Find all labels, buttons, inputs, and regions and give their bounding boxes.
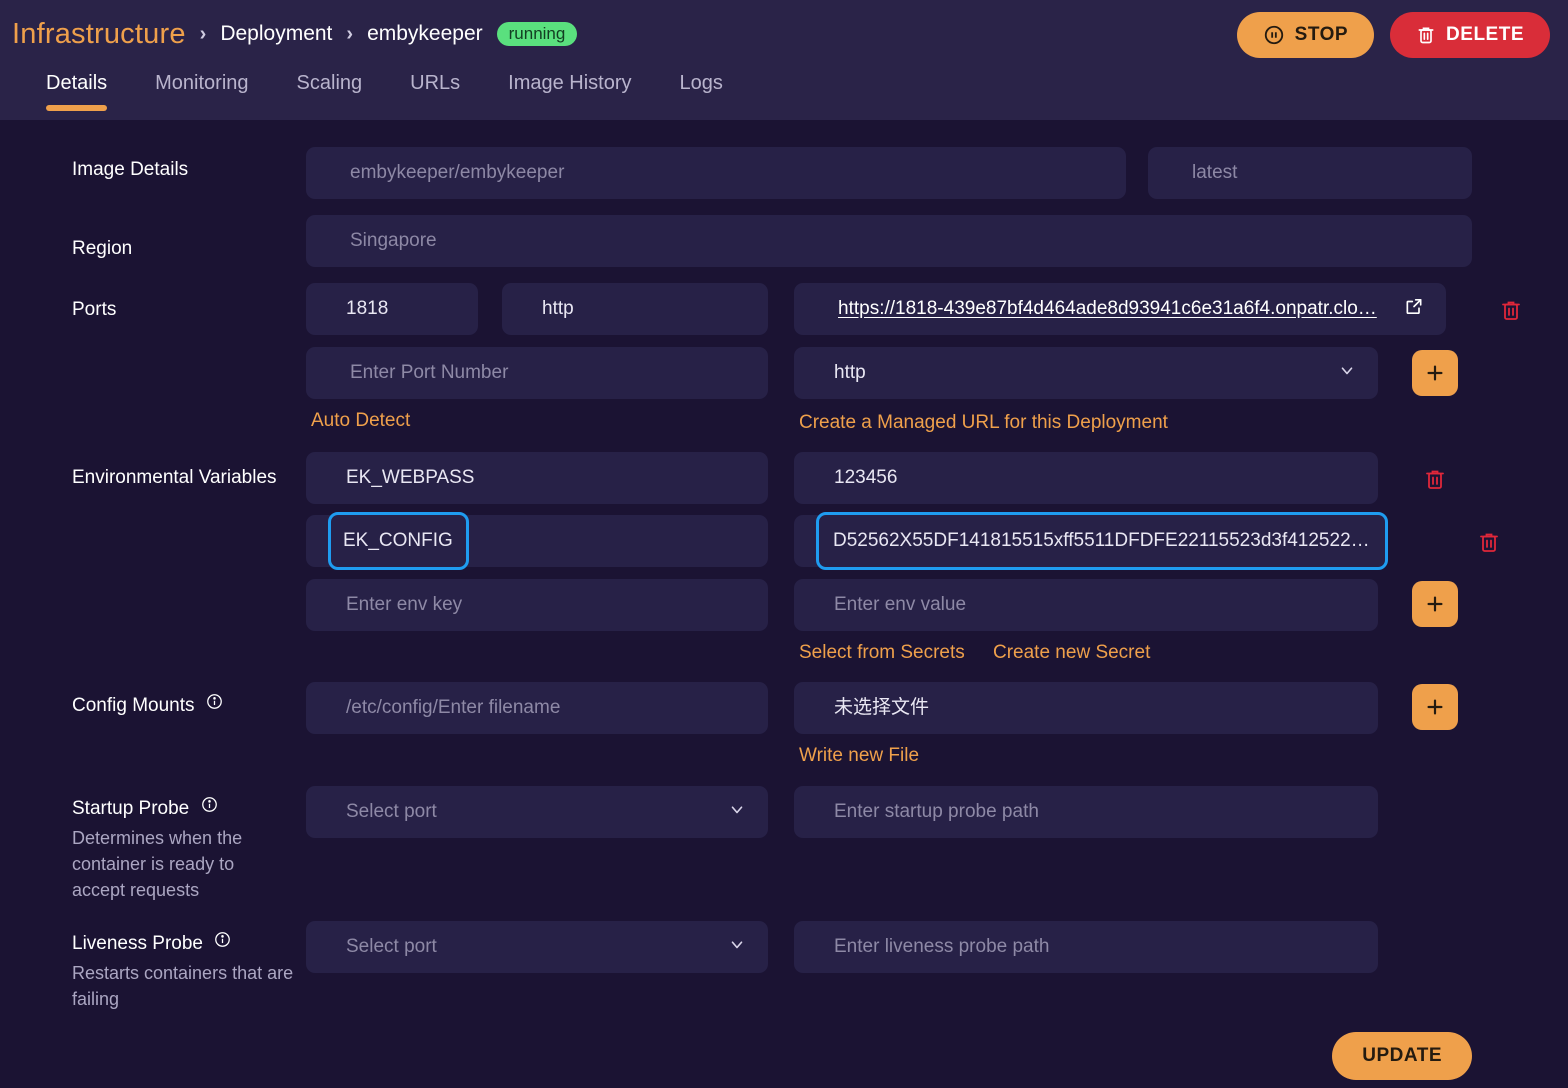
auto-detect-link[interactable]: Auto Detect: [311, 410, 410, 432]
tab-urls[interactable]: URLs: [386, 68, 484, 95]
breadcrumb-separator-2: ›: [346, 22, 354, 45]
startup-probe-port-wrap: Select port: [306, 786, 768, 838]
liveness-probe-label-text: Liveness Probe: [72, 933, 203, 954]
port-number-field[interactable]: 1818: [306, 283, 478, 335]
header-actions: STOP DELETE: [1236, 12, 1550, 58]
startup-probe-port-select[interactable]: Select port: [306, 786, 768, 838]
select-from-secrets-link[interactable]: Select from Secrets: [799, 642, 965, 664]
breadcrumb-deployment-name: embykeeper: [367, 22, 483, 45]
new-env-key-field-wrap: Enter env key: [306, 579, 768, 631]
env-key-field-1[interactable]: EK_CONFIG: [328, 512, 469, 570]
region-field-wrap: Singapore: [306, 215, 1472, 267]
config-mount-path-wrap: /etc/config/Enter filename: [306, 682, 768, 734]
port-url-field: https://1818-439e87bf4d464ade8d93941c6e3…: [794, 283, 1446, 335]
region-field[interactable]: Singapore: [306, 215, 1472, 267]
external-link-icon[interactable]: [1404, 297, 1424, 322]
breadcrumb-section[interactable]: Deployment: [220, 22, 332, 46]
config-mount-file-field[interactable]: 未选择文件: [794, 682, 1378, 734]
startup-probe-description: Determines when the container is ready t…: [72, 827, 243, 900]
new-env-value-input[interactable]: Enter env value: [794, 579, 1378, 631]
label-startup-probe: Startup Probe Determines when the contai…: [72, 796, 287, 903]
label-liveness-probe: Liveness Probe Restarts containers that …: [72, 931, 297, 1012]
tab-image-history[interactable]: Image History: [484, 68, 655, 95]
details-form: Image Details embykeeper/embykeeper late…: [0, 120, 1568, 1088]
env-key-field-0[interactable]: EK_WEBPASS: [306, 452, 768, 504]
tab-logs[interactable]: Logs: [656, 68, 747, 95]
add-env-var-button[interactable]: [1412, 581, 1458, 627]
label-ports: Ports: [72, 299, 117, 320]
info-icon-liveness-probe[interactable]: [214, 931, 231, 955]
image-tag-field-wrap: latest: [1148, 147, 1472, 199]
env-key-field-wrap-0: EK_WEBPASS: [306, 452, 768, 504]
image-tag-field[interactable]: latest: [1148, 147, 1472, 199]
create-new-secret-link[interactable]: Create new Secret: [993, 642, 1150, 664]
label-image-details: Image Details: [72, 159, 189, 180]
stop-button[interactable]: STOP: [1236, 12, 1375, 58]
liveness-probe-path-input[interactable]: Enter liveness probe path: [794, 921, 1378, 973]
create-managed-url-link[interactable]: Create a Managed URL for this Deployment: [799, 412, 1168, 434]
port-protocol-field-wrap: http: [502, 283, 768, 335]
config-mount-file-wrap: 未选择文件: [794, 682, 1378, 734]
add-config-mount-button[interactable]: [1412, 684, 1458, 730]
label-env-vars: Environmental Variables: [72, 467, 277, 488]
env-value-field-0[interactable]: 123456: [794, 452, 1378, 504]
delete-port-button[interactable]: [1494, 290, 1528, 330]
tab-details[interactable]: Details: [22, 68, 131, 111]
new-port-field-wrap: Enter Port Number: [306, 347, 768, 399]
liveness-probe-port-select[interactable]: Select port: [306, 921, 768, 973]
new-env-value-field-wrap: Enter env value: [794, 579, 1378, 631]
delete-env-var-button-0[interactable]: [1418, 459, 1452, 499]
stop-button-label: STOP: [1294, 24, 1349, 45]
liveness-probe-port-wrap: Select port: [306, 921, 768, 973]
env-key-field-wrap-1: EK_CONFIG: [306, 512, 768, 570]
liveness-probe-description: Restarts containers that are failing: [72, 962, 294, 1009]
port-protocol-field[interactable]: http: [502, 283, 768, 335]
managed-url-link[interactable]: https://1818-439e87bf4d464ade8d93941c6e3…: [838, 298, 1377, 319]
breadcrumb-separator-1: ›: [199, 22, 207, 45]
trash-icon: [1416, 24, 1436, 46]
new-port-protocol-select-wrap: http: [794, 347, 1378, 399]
pause-circle-icon: [1263, 24, 1285, 46]
liveness-probe-path-wrap: Enter liveness probe path: [794, 921, 1378, 973]
config-mounts-label-text: Config Mounts: [72, 695, 195, 716]
delete-button[interactable]: DELETE: [1390, 12, 1550, 58]
update-button[interactable]: UPDATE: [1332, 1032, 1472, 1080]
app-header: Infrastructure › Deployment › embykeeper…: [0, 0, 1568, 120]
label-region: Region: [72, 238, 133, 259]
new-env-key-input[interactable]: Enter env key: [306, 579, 768, 631]
image-name-field[interactable]: embykeeper/embykeeper: [306, 147, 1126, 199]
port-number-field-wrap: 1818: [306, 283, 478, 335]
port-url-field-wrap: https://1818-439e87bf4d464ade8d93941c6e3…: [794, 283, 1446, 335]
new-port-protocol-select[interactable]: http: [794, 347, 1378, 399]
label-config-mounts: Config Mounts: [72, 693, 223, 718]
startup-probe-path-input[interactable]: Enter startup probe path: [794, 786, 1378, 838]
info-icon-startup-probe[interactable]: [201, 796, 218, 820]
tab-monitoring[interactable]: Monitoring: [131, 68, 272, 95]
delete-button-label: DELETE: [1446, 24, 1524, 45]
breadcrumb-root[interactable]: Infrastructure: [12, 18, 186, 51]
status-badge: running: [496, 22, 578, 46]
write-new-file-link[interactable]: Write new File: [799, 745, 919, 767]
delete-env-var-button-1[interactable]: [1472, 522, 1506, 562]
image-name-field-wrap: embykeeper/embykeeper: [306, 147, 1126, 199]
startup-probe-label-text: Startup Probe: [72, 798, 190, 819]
config-mount-path-input[interactable]: /etc/config/Enter filename: [306, 682, 768, 734]
env-value-field-wrap-1: D52562X55DF141815515xff5511DFDFE22115523…: [794, 512, 1388, 570]
new-port-number-input[interactable]: Enter Port Number: [306, 347, 768, 399]
add-port-button[interactable]: [1412, 350, 1458, 396]
breadcrumb: Infrastructure › Deployment › embykeeper…: [12, 12, 578, 56]
info-icon-config-mounts[interactable]: [206, 693, 223, 717]
tab-scaling[interactable]: Scaling: [273, 68, 387, 95]
env-value-field-wrap-0: 123456: [794, 452, 1378, 504]
startup-probe-path-wrap: Enter startup probe path: [794, 786, 1378, 838]
env-value-field-1[interactable]: D52562X55DF141815515xff5511DFDFE22115523…: [816, 512, 1388, 570]
tab-bar: Details Monitoring Scaling URLs Image Hi…: [0, 68, 1568, 120]
